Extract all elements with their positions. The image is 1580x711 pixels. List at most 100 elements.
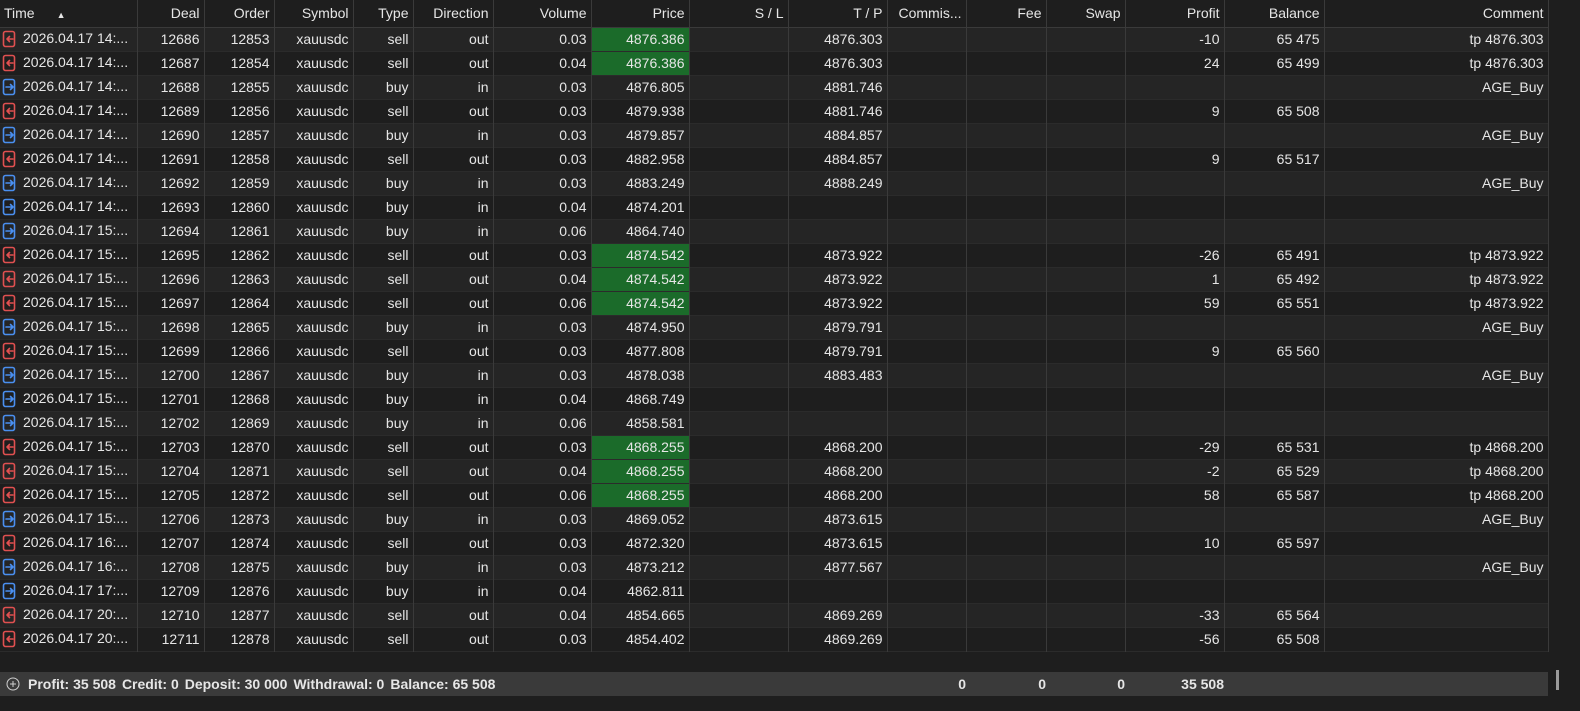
cell-balance: [1224, 123, 1325, 147]
column-header-commission[interactable]: Commis...: [887, 0, 967, 28]
cell-balance: 65 491: [1224, 243, 1325, 267]
cell-time-text: 2026.04.17 14:...: [23, 101, 129, 118]
cell-time: 2026.04.17 15:...: [0, 243, 138, 267]
cell-time: 2026.04.17 15:...: [0, 483, 138, 507]
cell-swap: [1046, 171, 1126, 195]
cell-deal: 12701: [137, 387, 205, 411]
table-row[interactable]: 2026.04.17 15:... 12701 12868 xauusdc buy in 0…: [0, 387, 1549, 411]
column-header-balance[interactable]: Balance: [1224, 0, 1325, 28]
cell-sl: [689, 579, 789, 603]
table-row[interactable]: 2026.04.17 14:... 12692 12859 xauusdc buy in 0…: [0, 171, 1549, 195]
table-row[interactable]: 2026.04.17 15:... 12699 12866 xauusdc sell ou…: [0, 339, 1549, 363]
cell-profit: [1125, 219, 1225, 243]
total-swap: 0: [1117, 676, 1125, 692]
cell-symbol: xauusdc: [274, 603, 354, 627]
table-row[interactable]: 2026.04.17 16:... 12707 12874 xauusdc sell ou…: [0, 531, 1549, 555]
sell-deal-icon: [2, 534, 16, 552]
table-row[interactable]: 2026.04.17 15:... 12706 12873 xauusdc buy in 0…: [0, 507, 1549, 531]
cell-swap: [1046, 435, 1126, 459]
table-row[interactable]: 2026.04.17 15:... 12694 12861 xauusdc buy in 0…: [0, 219, 1549, 243]
cell-time: 2026.04.17 17:...: [0, 579, 138, 603]
column-header-deal[interactable]: Deal: [137, 0, 205, 28]
column-header-order[interactable]: Order: [204, 0, 275, 28]
table-row[interactable]: 2026.04.17 14:... 12690 12857 xauusdc buy in 0…: [0, 123, 1549, 147]
table-row[interactable]: 2026.04.17 14:... 12691 12858 xauusdc sell ou…: [0, 147, 1549, 171]
table-row[interactable]: 2026.04.17 14:... 12686 12853 xauusdc sell ou…: [0, 27, 1549, 51]
cell-order: 12877: [204, 603, 275, 627]
cell-comment: AGE_Buy: [1324, 75, 1549, 99]
cell-balance: [1224, 363, 1325, 387]
table-row[interactable]: 2026.04.17 14:... 12693 12860 xauusdc buy in 0…: [0, 195, 1549, 219]
cell-fee: [966, 339, 1047, 363]
cell-order: 12867: [204, 363, 275, 387]
column-header-time[interactable]: Time ▲: [0, 0, 138, 28]
cell-type: buy: [353, 195, 414, 219]
cell-fee: [966, 99, 1047, 123]
column-header-label: T / P: [853, 5, 883, 22]
cell-price: 4862.811: [591, 579, 690, 603]
column-header-swap[interactable]: Swap: [1046, 0, 1126, 28]
table-row[interactable]: 2026.04.17 17:... 12709 12876 xauusdc buy in 0…: [0, 579, 1549, 603]
cell-profit: -10: [1125, 27, 1225, 51]
table-row[interactable]: 2026.04.17 15:... 12696 12863 xauusdc sell ou…: [0, 267, 1549, 291]
expand-plus-icon[interactable]: [6, 677, 20, 691]
table-row[interactable]: 2026.04.17 15:... 12702 12869 xauusdc buy in 0…: [0, 411, 1549, 435]
column-header-fee[interactable]: Fee: [966, 0, 1047, 28]
cell-symbol: xauusdc: [274, 243, 354, 267]
cell-profit: -33: [1125, 603, 1225, 627]
cell-profit: [1125, 555, 1225, 579]
table-row[interactable]: 2026.04.17 15:... 12703 12870 xauusdc sell ou…: [0, 435, 1549, 459]
cell-sl: [689, 315, 789, 339]
cell-fee: [966, 315, 1047, 339]
cell-price: 4868.255: [591, 483, 690, 507]
cell-direction: out: [413, 339, 494, 363]
cell-time: 2026.04.17 14:...: [0, 195, 138, 219]
table-row[interactable]: 2026.04.17 20:... 12711 12878 xauusdc sell ou…: [0, 627, 1549, 651]
column-header-tp[interactable]: T / P: [788, 0, 888, 28]
cell-direction: in: [413, 507, 494, 531]
column-header-profit[interactable]: Profit: [1125, 0, 1225, 28]
table-row[interactable]: 2026.04.17 15:... 12698 12865 xauusdc buy in 0…: [0, 315, 1549, 339]
cell-tp: [788, 411, 888, 435]
buy-deal-icon: [2, 366, 16, 384]
buy-deal-icon: [2, 390, 16, 408]
table-row[interactable]: 2026.04.17 14:... 12689 12856 xauusdc sell ou…: [0, 99, 1549, 123]
column-header-symbol[interactable]: Symbol: [274, 0, 354, 28]
total-profit: 35 508: [1181, 676, 1224, 692]
column-header-comment[interactable]: Comment: [1324, 0, 1549, 28]
cell-time-text: 2026.04.17 17:...: [23, 581, 129, 598]
table-row[interactable]: 2026.04.17 15:... 12697 12864 xauusdc sell ou…: [0, 291, 1549, 315]
table-row[interactable]: 2026.04.17 14:... 12687 12854 xauusdc sell ou…: [0, 51, 1549, 75]
cell-balance: 65 499: [1224, 51, 1325, 75]
cell-tp: 4873.922: [788, 291, 888, 315]
cell-direction: in: [413, 387, 494, 411]
cell-commission: [887, 435, 967, 459]
column-header-volume[interactable]: Volume: [493, 0, 592, 28]
table-row[interactable]: 2026.04.17 20:... 12710 12877 xauusdc sell ou…: [0, 603, 1549, 627]
table-row[interactable]: 2026.04.17 15:... 12695 12862 xauusdc sell ou…: [0, 243, 1549, 267]
table-row[interactable]: 2026.04.17 15:... 12704 12871 xauusdc sell ou…: [0, 459, 1549, 483]
cell-direction: in: [413, 555, 494, 579]
column-header-direction[interactable]: Direction: [413, 0, 494, 28]
cell-type: buy: [353, 123, 414, 147]
cell-balance: 65 517: [1224, 147, 1325, 171]
column-header-price[interactable]: Price: [591, 0, 690, 28]
cell-deal: 12698: [137, 315, 205, 339]
cell-order: 12864: [204, 291, 275, 315]
table-row[interactable]: 2026.04.17 15:... 12705 12872 xauusdc sell ou…: [0, 483, 1549, 507]
scrollbar-thumb[interactable]: [1556, 670, 1559, 690]
cell-commission: [887, 459, 967, 483]
cell-time-text: 2026.04.17 15:...: [23, 413, 129, 430]
column-header-sl[interactable]: S / L: [689, 0, 789, 28]
cell-fee: [966, 243, 1047, 267]
table-row[interactable]: 2026.04.17 14:... 12688 12855 xauusdc buy in 0…: [0, 75, 1549, 99]
cell-swap: [1046, 411, 1126, 435]
cell-sl: [689, 531, 789, 555]
table-row[interactable]: 2026.04.17 16:... 12708 12875 xauusdc buy in 0…: [0, 555, 1549, 579]
cell-price: 4858.581: [591, 411, 690, 435]
cell-type: sell: [353, 147, 414, 171]
cell-tp: 4877.567: [788, 555, 888, 579]
table-row[interactable]: 2026.04.17 15:... 12700 12867 xauusdc buy in 0…: [0, 363, 1549, 387]
cell-swap: [1046, 27, 1126, 51]
column-header-type[interactable]: Type: [353, 0, 414, 28]
